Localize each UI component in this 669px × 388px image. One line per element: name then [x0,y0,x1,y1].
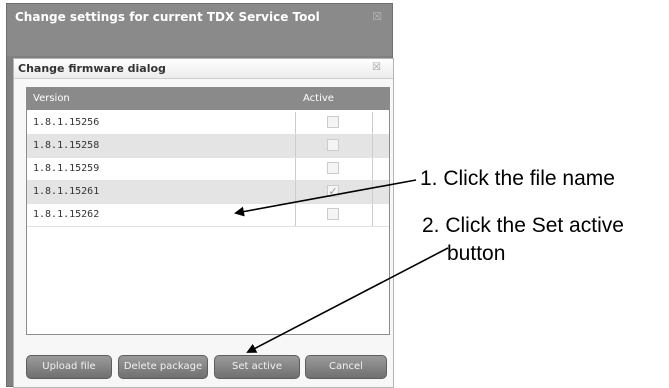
column-header-version[interactable]: Version [33,93,70,104]
column-divider [295,181,296,203]
column-divider [372,112,373,134]
annotation-step-2-continued: button [447,242,506,265]
version-cell[interactable]: 1.8.1.15259 [33,163,99,174]
dialog-titlebar: Change firmware dialog ☒ [14,59,393,79]
outer-titlebar: Change settings for current TDX Service … [7,4,392,56]
column-divider [372,135,373,157]
firmware-table: Version Active 1.8.1.15256 1.8.1.15258 1.8… [26,87,390,335]
column-divider [372,204,373,226]
active-checkbox[interactable] [327,139,339,151]
column-divider [295,204,296,226]
column-divider [295,135,296,157]
column-divider [295,158,296,180]
change-firmware-dialog: Change firmware dialog ☒ Version Active … [13,58,394,388]
table-header: Version Active [27,88,389,110]
version-cell[interactable]: 1.8.1.15261 [33,186,99,197]
outer-close-icon[interactable]: ☒ [372,10,382,23]
column-header-active[interactable]: Active [303,93,334,104]
table-body: 1.8.1.15256 1.8.1.15258 1.8.1.15259 1.8.1.1… [27,112,389,227]
version-cell[interactable]: 1.8.1.15256 [33,117,99,128]
table-row[interactable]: 1.8.1.15262 [27,204,389,227]
annotation-step-2: 2. Click the Set active [422,214,624,237]
delete-package-button[interactable]: Delete package [118,355,208,379]
table-row[interactable]: 1.8.1.15258 [27,135,389,158]
column-divider [372,181,373,203]
active-checkbox[interactable] [327,208,339,220]
annotation-step-1: 1. Click the file name [420,167,615,190]
active-checkbox[interactable] [327,116,339,128]
outer-window-title: Change settings for current TDX Service … [15,10,320,24]
table-row[interactable]: 1.8.1.15261 ✓ [27,181,389,204]
table-row[interactable]: 1.8.1.15256 [27,112,389,135]
upload-file-button[interactable]: Upload file [26,355,112,379]
version-cell[interactable]: 1.8.1.15262 [33,209,99,220]
cancel-button[interactable]: Cancel [305,355,387,379]
column-divider [372,158,373,180]
active-checkbox-checked[interactable]: ✓ [327,185,339,197]
set-active-button[interactable]: Set active [214,355,300,379]
version-cell[interactable]: 1.8.1.15258 [33,140,99,151]
column-divider [295,112,296,134]
outer-window: Change settings for current TDX Service … [6,3,394,388]
dialog-title: Change firmware dialog [18,62,166,75]
dialog-close-icon[interactable]: ☒ [372,62,381,73]
active-checkbox[interactable] [327,162,339,174]
table-row[interactable]: 1.8.1.15259 [27,158,389,181]
